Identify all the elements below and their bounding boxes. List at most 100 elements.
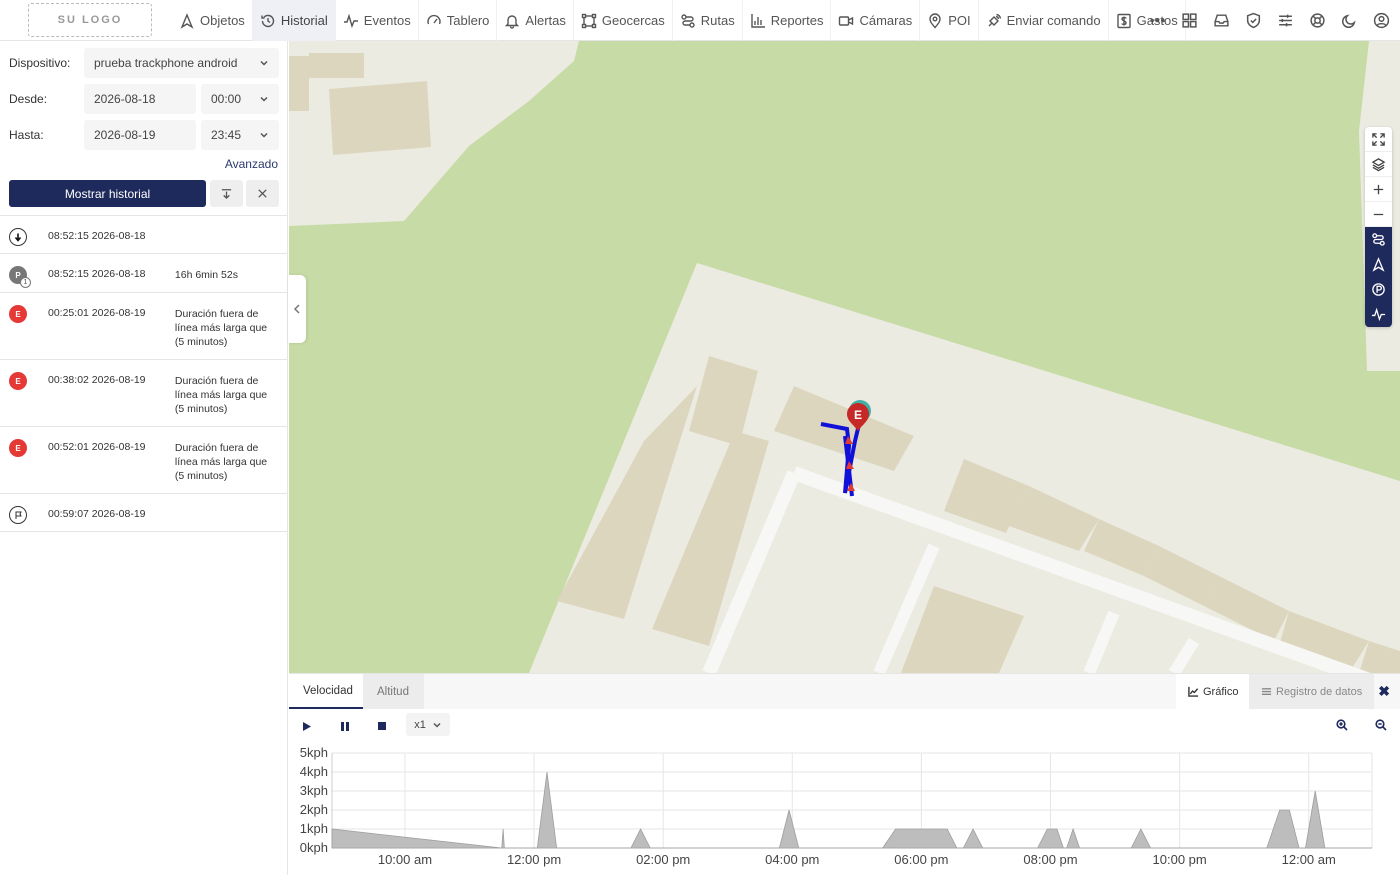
parking-icon: P1: [9, 266, 31, 288]
pulse-icon: [343, 13, 358, 28]
event-marker-label: E: [854, 408, 862, 422]
history-item[interactable]: E 00:52:01 2026-08-19 Duración fuera de lí…: [0, 427, 288, 494]
nav-item-poi[interactable]: POI: [920, 0, 979, 41]
nav-item-geocercas[interactable]: Geocercas: [574, 0, 673, 41]
grid-icon[interactable]: [1180, 12, 1198, 30]
playback-speed-select[interactable]: x1: [406, 713, 450, 736]
nav-item-rutas[interactable]: Rutas: [673, 0, 743, 41]
clear-button[interactable]: [246, 180, 279, 207]
tab-velocidad[interactable]: Velocidad: [289, 674, 363, 709]
history-time: 08:52:15 2026-08-18: [48, 230, 146, 242]
nav-item-label: Geocercas: [601, 13, 665, 28]
speed-chart[interactable]: 5kph 4kph 3kph 2kph 1kph 0kph 10:00 am 12:00 pm…: [289, 744, 1400, 876]
from-date-input[interactable]: 2026-08-18: [84, 84, 196, 114]
event-icon: E: [9, 439, 27, 457]
zoom-out-chart-icon[interactable]: [1375, 719, 1389, 733]
map-pin-icon: [929, 12, 941, 29]
nav-item-alertas[interactable]: Alertas: [497, 0, 574, 41]
nav-item-label: Tablero: [446, 13, 490, 28]
history-list: 08:52:15 2026-08-18 P 1 08:52:15 2026-08-18…: [0, 215, 288, 532]
inbox-icon[interactable]: [1212, 12, 1230, 30]
device-select[interactable]: prueba trackphone android: [84, 48, 279, 78]
line-chart-icon: [1188, 686, 1199, 697]
y-tick-label: 3kph: [300, 783, 328, 798]
start-icon: [9, 228, 27, 246]
logo[interactable]: SU LOGO: [28, 3, 152, 37]
history-item[interactable]: P 1 08:52:15 2026-08-18 16h 6min 52s: [0, 254, 288, 293]
fullscreen-icon[interactable]: [1365, 127, 1392, 152]
history-desc: Duración fuera de línea más larga que (5…: [174, 375, 268, 415]
map-building: [309, 53, 364, 78]
history-time: 00:38:02 2026-08-19: [48, 374, 146, 386]
direction-icon[interactable]: [1365, 252, 1392, 277]
y-tick-label: 5kph: [300, 745, 328, 760]
from-time-select[interactable]: 00:00: [201, 84, 279, 114]
flag-icon: [9, 506, 27, 524]
bottom-panel: Velocidad Altitud Gráfico Registro de da…: [289, 673, 1400, 875]
history-item[interactable]: 00:59:07 2026-08-19: [0, 494, 288, 532]
more-icon[interactable]: [1148, 12, 1166, 30]
from-label: Desde:: [9, 92, 48, 106]
x-tick-label: 02:00 pm: [636, 852, 690, 867]
event-icon: E: [9, 372, 27, 390]
sliders-icon[interactable]: [1276, 12, 1294, 30]
dollar-icon: [1116, 13, 1131, 28]
to-date-input[interactable]: 2026-08-19: [84, 120, 196, 150]
pulse-icon[interactable]: [1365, 302, 1392, 327]
chevron-down-icon: [260, 60, 268, 66]
nav-item-cámaras[interactable]: Cámaras: [831, 0, 921, 41]
nav-item-label: Rutas: [700, 13, 735, 28]
close-icon: [258, 189, 267, 198]
nav-item-label: Reportes: [770, 13, 824, 28]
tab-grafico[interactable]: Gráfico: [1176, 674, 1251, 709]
tab-registro[interactable]: Registro de datos: [1249, 674, 1375, 709]
history-item[interactable]: E 00:25:01 2026-08-19 Duración fuera de lí…: [0, 293, 288, 360]
history-item[interactable]: E 00:38:02 2026-08-19 Duración fuera de lí…: [0, 360, 288, 427]
tabs-bar: Velocidad Altitud Gráfico Registro de da…: [289, 674, 1400, 709]
advanced-link[interactable]: Avanzado: [225, 157, 278, 171]
play-icon[interactable]: [300, 719, 314, 733]
tab-altitud[interactable]: Altitud: [363, 674, 424, 709]
route-toggle-icon[interactable]: [1365, 227, 1392, 252]
x-tick-label: 10:00 pm: [1153, 852, 1207, 867]
export-button[interactable]: [210, 180, 243, 207]
nav-item-reportes[interactable]: Reportes: [743, 0, 832, 41]
device-row: Dispositivo: prueba trackphone android: [9, 48, 279, 78]
stop-icon[interactable]: [375, 719, 389, 733]
close-panel-icon[interactable]: ✖: [1378, 683, 1390, 700]
nav-item-eventos[interactable]: Eventos: [336, 0, 419, 41]
user-icon[interactable]: [1372, 12, 1390, 30]
parking-icon[interactable]: [1365, 277, 1392, 302]
nav-item-historial[interactable]: Historial: [252, 0, 336, 41]
to-time-value: 23:45: [211, 128, 242, 142]
zoom-out-icon[interactable]: [1365, 202, 1392, 227]
layers-icon[interactable]: [1365, 152, 1392, 177]
show-history-button[interactable]: Mostrar historial: [9, 180, 206, 207]
nav-item-label: Cámaras: [859, 13, 913, 28]
nav-item-tablero[interactable]: Tablero: [419, 0, 498, 41]
nav-item-enviar-comando[interactable]: Enviar comando: [979, 0, 1109, 41]
to-time-select[interactable]: 23:45: [201, 120, 279, 150]
history-item[interactable]: 08:52:15 2026-08-18: [0, 216, 288, 254]
tab-grafico-label: Gráfico: [1203, 685, 1239, 698]
support-icon[interactable]: [1308, 12, 1326, 30]
shield-check-icon[interactable]: [1244, 12, 1262, 30]
x-tick-label: 06:00 pm: [894, 852, 948, 867]
map-view[interactable]: E: [289, 41, 1400, 673]
nav-item-objetos[interactable]: Objetos: [172, 0, 253, 41]
nav-item-label: Objetos: [200, 13, 245, 28]
top-navbar: SU LOGO Objetos Historial Eventos Tablero Al…: [0, 0, 1400, 41]
history-icon: [261, 14, 275, 27]
zoom-in-icon[interactable]: [1365, 177, 1392, 202]
route-icon: [681, 13, 695, 28]
from-time-value: 00:00: [211, 92, 242, 106]
nav-item-label: Alertas: [525, 13, 566, 28]
from-date-value: 2026-08-18: [94, 92, 156, 106]
y-tick-label: 0kph: [300, 840, 328, 855]
pause-icon[interactable]: [338, 719, 352, 733]
tab-registro-label: Registro de datos: [1276, 685, 1363, 698]
moon-icon[interactable]: [1340, 12, 1358, 30]
to-label: Hasta:: [9, 128, 44, 142]
zoom-in-chart-icon[interactable]: [1336, 719, 1350, 733]
collapse-panel-button[interactable]: [288, 275, 306, 343]
